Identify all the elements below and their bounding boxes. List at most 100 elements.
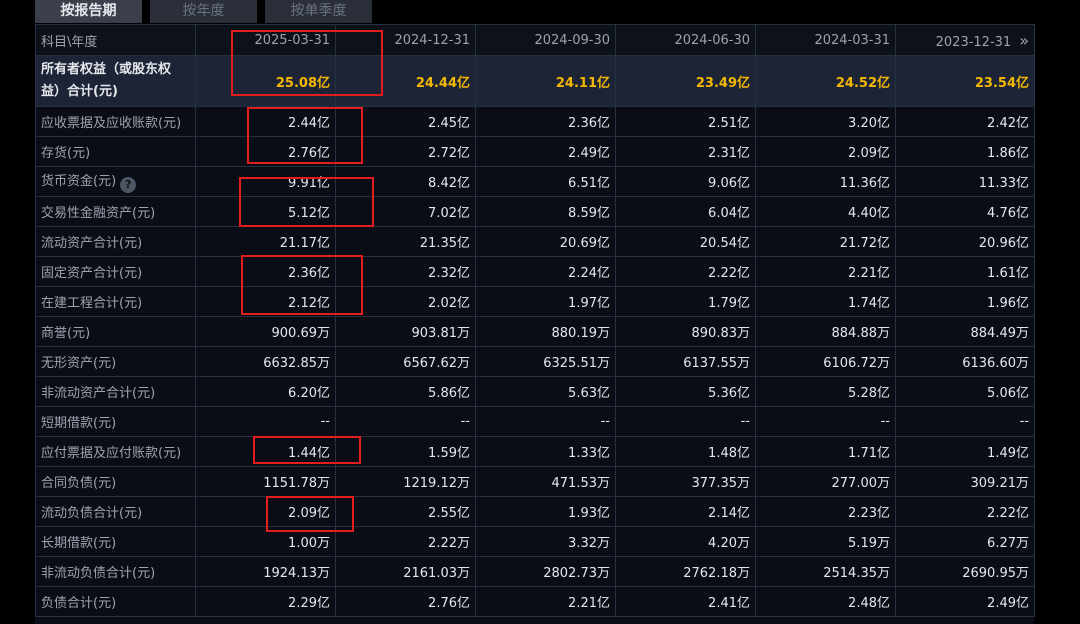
row-value: 8.42亿	[335, 166, 476, 197]
header-date-last: 2023-12-31 »	[895, 24, 1035, 56]
table-row: 应收票据及应收账款(元) 2.44亿 2.45亿 2.36亿 2.51亿 3.20亿 2.4…	[35, 106, 1035, 137]
row-value: 2.48亿	[755, 586, 896, 617]
row-value: --	[475, 406, 616, 437]
header-label: 科目\年度	[35, 24, 196, 56]
row-value: 20.96亿	[895, 226, 1035, 257]
row-value: 3.20亿	[755, 106, 896, 137]
row-value: 5.63亿	[475, 376, 616, 407]
row-label-text: 应付票据及应付账款(元)	[41, 446, 182, 461]
row-value: 6.20亿	[195, 376, 336, 407]
row-value: 1151.78万	[195, 466, 336, 497]
row-label: 长期借款(元)	[35, 526, 196, 557]
table-row: 应付票据及应付账款(元) 1.44亿 1.59亿 1.33亿 1.48亿 1.71亿 1.4…	[35, 436, 1035, 467]
row-value: 2.45亿	[335, 106, 476, 137]
row-value: 471.53万	[475, 466, 616, 497]
row-label: 在建工程合计(元)	[35, 286, 196, 317]
table-row: 交易性金融资产(元) 5.12亿 7.02亿 8.59亿 6.04亿 4.40亿 4.76亿	[35, 196, 1035, 227]
row-label: 短期借款(元)	[35, 406, 196, 437]
row-value: 2.76亿	[335, 586, 476, 617]
tab-by-report-period[interactable]: 按报告期	[35, 0, 142, 23]
row-value: 2.23亿	[755, 496, 896, 527]
row-value: --	[615, 406, 756, 437]
row-label: 商誉(元)	[35, 316, 196, 347]
row-label-text: 合同负债(元)	[41, 476, 117, 491]
row-label: 负债合计(元)	[35, 586, 196, 617]
row-value: 2.14亿	[615, 496, 756, 527]
row-value: 20.69亿	[475, 226, 616, 257]
row-label: 流动资产合计(元)	[35, 226, 196, 257]
chevron-double-right-icon[interactable]: »	[1019, 31, 1029, 50]
row-value: 2.22万	[335, 526, 476, 557]
row-label: 固定资产合计(元)	[35, 256, 196, 287]
tab-by-quarter[interactable]: 按单季度	[265, 0, 372, 23]
table-row: 商誉(元) 900.69万 903.81万 880.19万 890.83万 884.88万…	[35, 316, 1035, 347]
row-value: 24.52亿	[755, 55, 896, 107]
row-label: 所有者权益（或股东权益）合计(元)	[35, 55, 196, 107]
header-date-text: 2023-12-31	[935, 34, 1012, 50]
header-date: 2024-03-31	[755, 24, 896, 56]
row-value: 1.33亿	[475, 436, 616, 467]
table-row: 存货(元) 2.76亿 2.72亿 2.49亿 2.31亿 2.09亿 1.86亿	[35, 136, 1035, 167]
row-value: 377.35万	[615, 466, 756, 497]
row-value: 884.49万	[895, 316, 1035, 347]
row-label: 合同负债(元)	[35, 466, 196, 497]
table-row: 无形资产(元) 6632.85万 6567.62万 6325.51万 6137.55万 6…	[35, 346, 1035, 377]
table-row: 非流动负债合计(元) 1924.13万 2161.03万 2802.73万 2762.1…	[35, 556, 1035, 587]
row-value: 2.72亿	[335, 136, 476, 167]
row-value: 2.31亿	[615, 136, 756, 167]
row-value: 11.33亿	[895, 166, 1035, 197]
row-value: 21.17亿	[195, 226, 336, 257]
table-header-row: 科目\年度 2025-03-31 2024-12-31 2024-09-30 2…	[35, 24, 1035, 56]
row-value: 2.24亿	[475, 256, 616, 287]
row-value: 4.20万	[615, 526, 756, 557]
row-value: 2.12亿	[195, 286, 336, 317]
row-label: 存货(元)	[35, 136, 196, 167]
header-date: 2025-03-31	[195, 24, 336, 56]
row-value: 23.54亿	[895, 55, 1035, 107]
row-value: 2.36亿	[475, 106, 616, 137]
row-value: 2.42亿	[895, 106, 1035, 137]
row-label-text: 应收票据及应收账款(元)	[41, 116, 182, 131]
row-value: 5.36亿	[615, 376, 756, 407]
row-label: 无形资产(元)	[35, 346, 196, 377]
tab-by-year[interactable]: 按年度	[150, 0, 257, 23]
row-value: 6325.51万	[475, 346, 616, 377]
row-value: 21.72亿	[755, 226, 896, 257]
row-value: 2.21亿	[755, 256, 896, 287]
table-row-total-equity: 所有者权益（或股东权益）合计(元) 25.08亿 24.44亿 24.11亿 23.49…	[35, 55, 1035, 107]
row-label-text: 所有者权益（或股东权益）合计(元)	[41, 62, 172, 99]
row-value: 5.06亿	[895, 376, 1035, 407]
header-date: 2024-06-30	[615, 24, 756, 56]
row-value: 6136.60万	[895, 346, 1035, 377]
row-value: 2.32亿	[335, 256, 476, 287]
row-label-text: 负债合计(元)	[41, 596, 117, 611]
balance-sheet-panel: 科目\年度 2025-03-31 2024-12-31 2024-09-30 2…	[35, 24, 1035, 624]
row-value: 9.06亿	[615, 166, 756, 197]
row-value: 2.41亿	[615, 586, 756, 617]
row-label-text: 商誉(元)	[41, 326, 91, 341]
row-value: 277.00万	[755, 466, 896, 497]
row-label: 交易性金融资产(元)	[35, 196, 196, 227]
row-value: 2.55亿	[335, 496, 476, 527]
row-value: 900.69万	[195, 316, 336, 347]
row-value: 2.09亿	[755, 136, 896, 167]
row-label: 非流动负债合计(元)	[35, 556, 196, 587]
row-label: 流动负债合计(元)	[35, 496, 196, 527]
row-value: 2.49亿	[475, 136, 616, 167]
row-value: 2.22亿	[895, 496, 1035, 527]
row-value: 2802.73万	[475, 556, 616, 587]
row-value: 2.44亿	[195, 106, 336, 137]
row-label: 货币资金(元)?	[35, 166, 196, 197]
header-date: 2024-09-30	[475, 24, 616, 56]
row-label: 非流动资产合计(元)	[35, 376, 196, 407]
row-value: 6106.72万	[755, 346, 896, 377]
row-value: 1.61亿	[895, 256, 1035, 287]
row-value: 2.49亿	[895, 586, 1035, 617]
row-value: 309.21万	[895, 466, 1035, 497]
question-circle-icon[interactable]: ?	[120, 177, 137, 193]
table-row: 流动负债合计(元) 2.09亿 2.55亿 1.93亿 2.14亿 2.23亿 2.22亿	[35, 496, 1035, 527]
row-value: 23.49亿	[615, 55, 756, 107]
row-value: 3.32万	[475, 526, 616, 557]
row-value: 1.86亿	[895, 136, 1035, 167]
row-value: 1.93亿	[475, 496, 616, 527]
